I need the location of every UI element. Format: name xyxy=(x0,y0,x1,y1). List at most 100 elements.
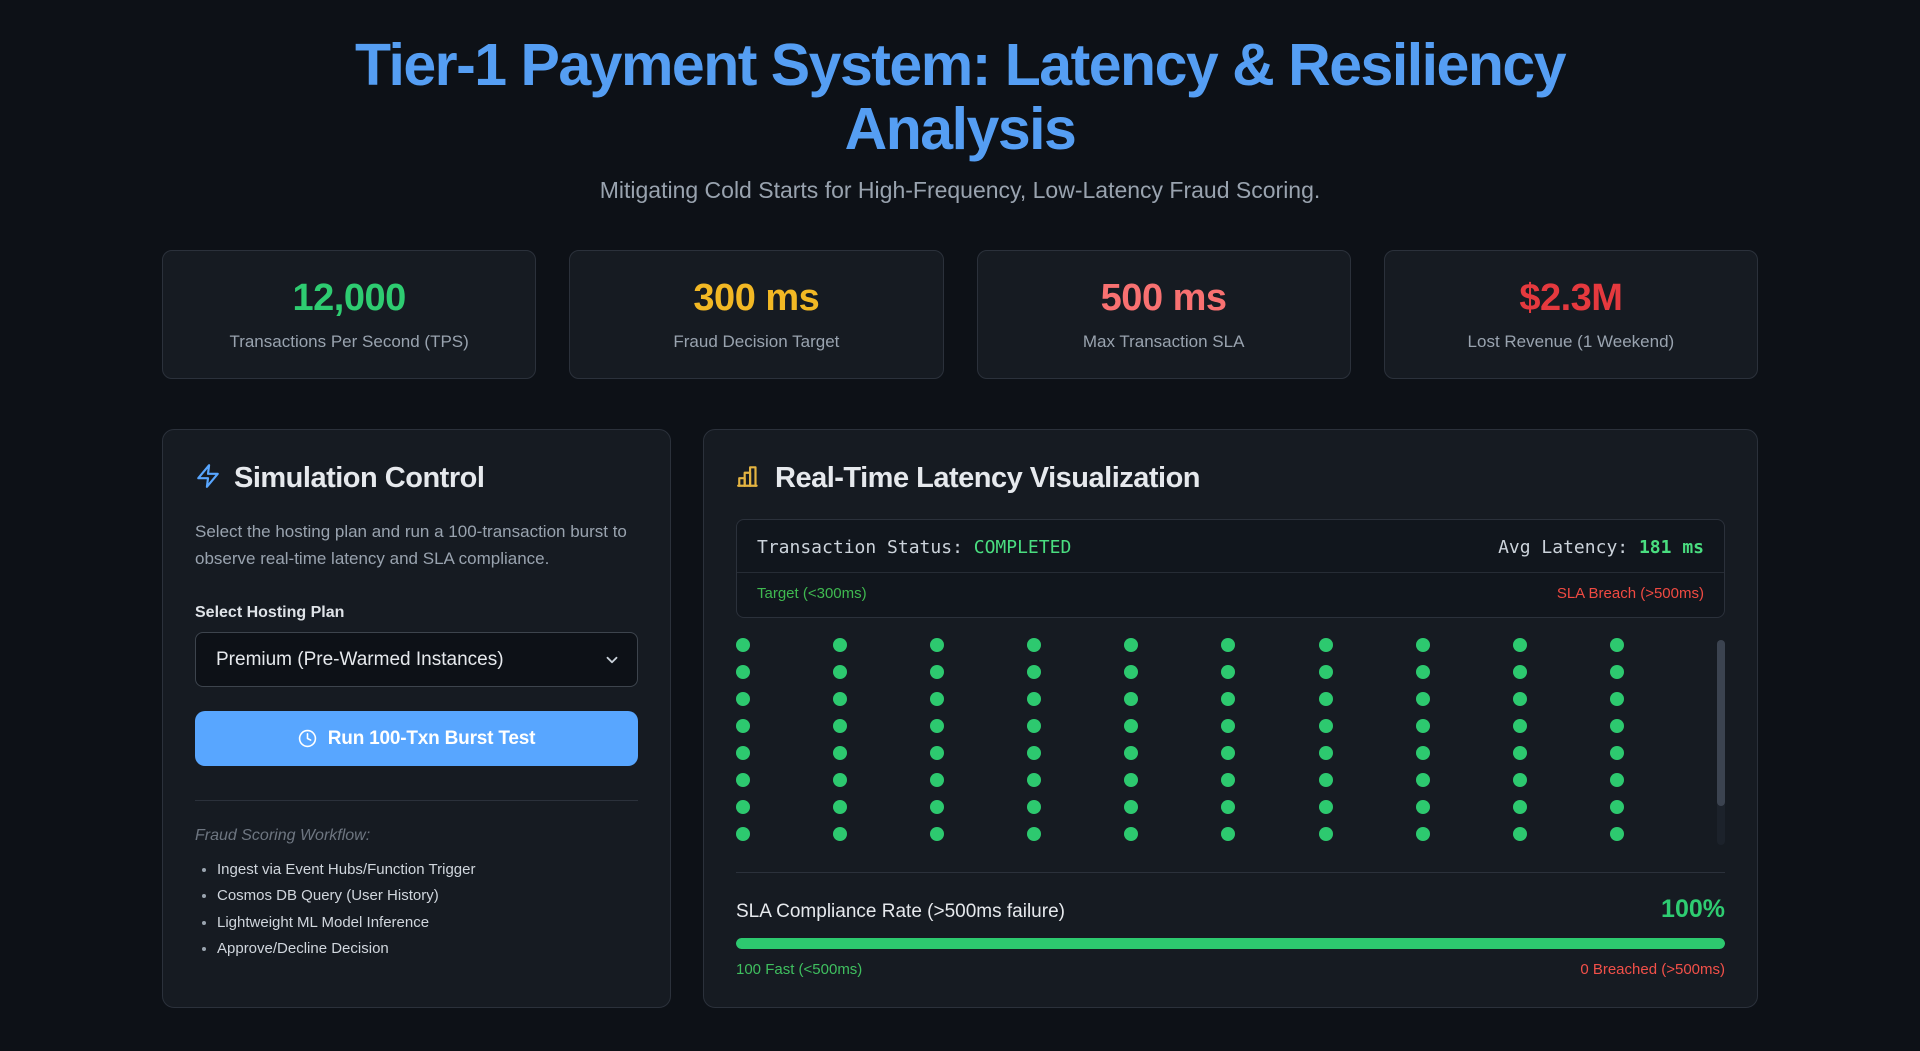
latency-dot xyxy=(736,773,750,788)
latency-dot xyxy=(1415,692,1430,707)
page-title: Tier-1 Payment System: Latency & Resilie… xyxy=(354,32,1567,162)
latency-dot xyxy=(930,827,945,842)
latency-dot xyxy=(833,665,848,680)
sla-compliance-label: SLA Compliance Rate (>500ms failure) xyxy=(736,901,1065,923)
simulation-panel-title: Simulation Control xyxy=(234,462,485,495)
latency-dot xyxy=(1512,746,1527,761)
latency-dot xyxy=(1027,692,1042,707)
bar-chart-icon xyxy=(736,463,762,494)
sla-compliance-header: SLA Compliance Rate (>500ms failure) 100… xyxy=(736,895,1725,924)
latency-dot xyxy=(1318,692,1333,707)
visualization-divider xyxy=(736,872,1725,874)
latency-dot xyxy=(930,638,945,653)
latency-dot-grid xyxy=(736,638,1707,842)
stat-label-tps: Transactions Per Second (TPS) xyxy=(229,332,469,352)
stat-label-fraud-target: Fraud Decision Target xyxy=(673,332,840,352)
dot-area-scrollbar-track[interactable] xyxy=(1717,640,1725,846)
sla-compliance-value: 100% xyxy=(1661,895,1725,924)
simulation-description: Select the hosting plan and run a 100-tr… xyxy=(195,522,627,568)
latency-dot xyxy=(930,665,945,680)
latency-dot xyxy=(1415,638,1430,653)
workflow-step: Ingest via Event Hubs/Function Trigger xyxy=(217,857,638,883)
latency-dot xyxy=(736,827,750,842)
latency-legend-row: Target (<300ms) SLA Breach (>500ms) xyxy=(757,585,1704,602)
latency-dot xyxy=(1027,827,1042,842)
latency-dot xyxy=(930,746,945,761)
latency-dot xyxy=(1609,800,1624,815)
latency-dot xyxy=(1027,773,1042,788)
latency-dot xyxy=(1609,665,1624,680)
hosting-plan-select[interactable]: Premium (Pre-Warmed Instances) xyxy=(195,632,638,688)
latency-dot xyxy=(833,719,848,734)
latency-dot xyxy=(1318,665,1333,680)
latency-dot xyxy=(1318,773,1333,788)
latency-dot xyxy=(833,746,848,761)
latency-dot xyxy=(1221,800,1236,815)
latency-dot xyxy=(736,692,750,707)
latency-dot xyxy=(930,692,945,707)
latency-dot xyxy=(1512,665,1527,680)
latency-dot xyxy=(1415,827,1430,842)
latency-dot xyxy=(833,638,848,653)
run-burst-test-button[interactable]: Run 100-Txn Burst Test xyxy=(195,711,638,767)
latency-dot xyxy=(1124,692,1139,707)
chevron-down-icon xyxy=(606,656,618,663)
simulation-panel-header: Simulation Control xyxy=(195,462,638,495)
hosting-plan-selected-value: Premium (Pre-Warmed Instances) xyxy=(216,648,504,670)
hosting-plan-label: Select Hosting Plan xyxy=(195,604,345,622)
workflow-step: Cosmos DB Query (User History) xyxy=(217,883,638,909)
latency-dot xyxy=(1512,827,1527,842)
page-subtitle: Mitigating Cold Starts for High-Frequenc… xyxy=(599,177,1321,204)
latency-dot xyxy=(736,746,750,761)
workflow-step: Approve/Decline Decision xyxy=(217,936,638,962)
status-box-divider xyxy=(737,572,1724,574)
stat-card-max-sla: 500 ms Max Transaction SLA xyxy=(976,250,1351,380)
visualization-panel-header: Real-Time Latency Visualization xyxy=(736,462,1725,495)
workflow-list: Ingest via Event Hubs/Function Trigger C… xyxy=(195,857,638,962)
latency-dot xyxy=(833,827,848,842)
latency-dot xyxy=(833,692,848,707)
sla-breach-legend-label: SLA Breach (>500ms) xyxy=(1556,585,1704,603)
latency-dot xyxy=(1609,692,1624,707)
sla-progress-fill xyxy=(736,938,1725,950)
lightning-bolt-icon xyxy=(195,463,221,494)
page: Tier-1 Payment System: Latency & Resilie… xyxy=(0,0,1920,1051)
simulation-control-panel: Simulation Control Select the hosting pl… xyxy=(162,429,671,1009)
latency-dot xyxy=(1221,665,1236,680)
latency-dot xyxy=(1221,827,1236,842)
latency-dot xyxy=(1124,746,1139,761)
latency-dot-area xyxy=(736,638,1725,850)
latency-dot xyxy=(1318,827,1333,842)
stat-label-lost-revenue: Lost Revenue (1 Weekend) xyxy=(1467,332,1675,352)
latency-dot xyxy=(930,773,945,788)
stat-card-lost-revenue: $2.3M Lost Revenue (1 Weekend) xyxy=(1383,250,1758,380)
latency-dot xyxy=(1124,638,1139,653)
clock-icon xyxy=(298,729,316,748)
status-row: Transaction Status: COMPLETED Avg Latenc… xyxy=(757,537,1704,558)
latency-dot xyxy=(1221,746,1236,761)
latency-dot xyxy=(1221,719,1236,734)
sla-breached-count-label: 0 Breached (>500ms) xyxy=(1580,961,1725,979)
latency-dot xyxy=(1609,773,1624,788)
latency-dot xyxy=(736,800,750,815)
latency-dot xyxy=(736,665,750,680)
latency-dot xyxy=(1221,692,1236,707)
latency-dot xyxy=(1318,800,1333,815)
latency-dot xyxy=(1609,719,1624,734)
stat-card-tps: 12,000 Transactions Per Second (TPS) xyxy=(162,250,537,380)
latency-dot xyxy=(1318,746,1333,761)
stat-value-fraud-target: 300 ms xyxy=(693,277,820,320)
latency-dot xyxy=(1415,800,1430,815)
sla-fast-count-label: 100 Fast (<500ms) xyxy=(736,961,863,979)
dot-area-scrollbar-thumb[interactable] xyxy=(1717,640,1725,807)
latency-dot xyxy=(1027,638,1042,653)
latency-dot xyxy=(1124,665,1139,680)
latency-dot xyxy=(1415,746,1430,761)
latency-dot xyxy=(833,800,848,815)
latency-dot xyxy=(1124,719,1139,734)
latency-dot xyxy=(736,719,750,734)
latency-dot xyxy=(1221,773,1236,788)
workflow-title: Fraud Scoring Workflow: xyxy=(195,827,371,845)
avg-latency-label: Avg Latency: xyxy=(1498,537,1629,559)
stat-value-max-sla: 500 ms xyxy=(1100,277,1227,320)
